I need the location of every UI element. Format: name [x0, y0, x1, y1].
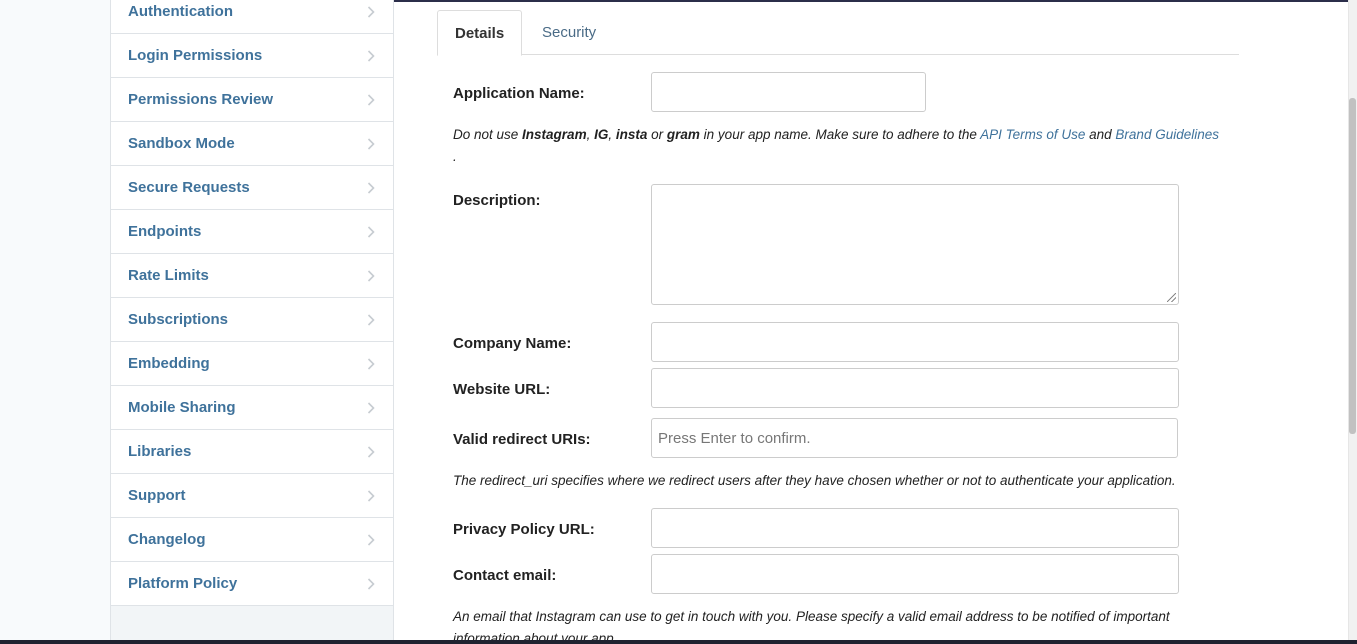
sidebar-item-label: Endpoints: [128, 223, 202, 240]
chevron-right-icon: [367, 313, 377, 326]
redirect-uris-input[interactable]: [651, 418, 1178, 458]
app-name-label: Application Name:: [453, 85, 585, 102]
help-sep: ,: [586, 127, 595, 142]
sidebar-item-login-permissions[interactable]: Login Permissions: [111, 34, 393, 78]
sidebar-item-changelog[interactable]: Changelog: [111, 518, 393, 562]
scrollbar-thumb[interactable]: [1349, 98, 1356, 434]
help-text: in your app name. Make sure to adhere to…: [699, 127, 981, 142]
help-sep: ,: [608, 127, 616, 142]
contact-email-help: An email that Instagram can use to get i…: [453, 609, 1170, 644]
chevron-right-icon: [367, 181, 377, 194]
page-left-margin: [0, 0, 110, 644]
help-word-ig: IG: [594, 127, 609, 142]
redirect-uris-label: Valid redirect URIs:: [453, 431, 591, 448]
chevron-right-icon: [367, 49, 377, 62]
description-textarea[interactable]: [651, 184, 1179, 305]
redirect-help: The redirect_uri specifies where we redi…: [453, 473, 1176, 488]
sidebar-item-label: Mobile Sharing: [128, 399, 236, 416]
help-sep: or: [647, 127, 667, 142]
sidebar-item-label: Changelog: [128, 531, 206, 548]
sidebar-item-label: Embedding: [128, 355, 210, 372]
sidebar-item-label: Permissions Review: [128, 91, 274, 108]
resize-grip-icon[interactable]: [1167, 293, 1176, 302]
window-bottom-edge: [0, 640, 1357, 644]
sidebar-item-embedding[interactable]: Embedding: [111, 342, 393, 386]
app-name-input[interactable]: [651, 72, 926, 112]
privacy-policy-label: Privacy Policy URL:: [453, 521, 595, 538]
tab-security[interactable]: Security: [525, 10, 613, 56]
api-terms-link[interactable]: API Terms of Use: [980, 127, 1085, 142]
website-url-label: Website URL:: [453, 381, 551, 398]
sidebar-item-authentication[interactable]: Authentication: [111, 0, 393, 34]
sidebar-item-mobile-sharing[interactable]: Mobile Sharing: [111, 386, 393, 430]
sidebar-item-label: Subscriptions: [128, 311, 229, 328]
sidebar-item-libraries[interactable]: Libraries: [111, 430, 393, 474]
app-details-panel: Details Security Application Name: Do no…: [437, 0, 1239, 644]
brand-guidelines-link[interactable]: Brand Guidelines: [1115, 127, 1219, 142]
tab-bar: Details Security: [437, 0, 1239, 56]
help-text: and: [1085, 127, 1116, 142]
chevron-right-icon: [367, 445, 377, 458]
sidebar-item-support[interactable]: Support: [111, 474, 393, 518]
privacy-policy-input[interactable]: [651, 508, 1179, 548]
sidebar-item-label: Login Permissions: [128, 47, 263, 64]
company-name-label: Company Name:: [453, 335, 572, 352]
help-text: .: [453, 149, 457, 164]
tab-details[interactable]: Details: [437, 10, 523, 56]
sidebar-item-label: Rate Limits: [128, 267, 209, 284]
sidebar-item-label: Secure Requests: [128, 179, 250, 196]
chevron-right-icon: [367, 357, 377, 370]
chevron-right-icon: [367, 137, 377, 150]
chevron-right-icon: [367, 489, 377, 502]
app-name-help: Do not use Instagram, IG, insta or gram …: [453, 124, 1238, 168]
sidebar-list: Authentication Login Permissions Permissio…: [111, 0, 393, 606]
contact-email-label: Contact email:: [453, 567, 557, 584]
sidebar-item-label: Authentication: [128, 3, 233, 20]
sidebar-item-label: Sandbox Mode: [128, 135, 235, 152]
help-text: Do not use: [453, 127, 523, 142]
sidebar-item-rate-limits[interactable]: Rate Limits: [111, 254, 393, 298]
sidebar-item-label: Support: [128, 487, 186, 504]
chevron-right-icon: [367, 93, 377, 106]
sidebar-item-permissions-review[interactable]: Permissions Review: [111, 78, 393, 122]
company-name-input[interactable]: [651, 322, 1179, 362]
contact-email-input[interactable]: [651, 554, 1179, 594]
website-url-input[interactable]: [651, 368, 1179, 408]
sidebar-item-subscriptions[interactable]: Subscriptions: [111, 298, 393, 342]
chevron-right-icon: [367, 5, 377, 18]
sidebar-item-label: Platform Policy: [128, 575, 238, 592]
page-scrollbar[interactable]: [1348, 0, 1357, 644]
sidebar-item-sandbox-mode[interactable]: Sandbox Mode: [111, 122, 393, 166]
help-word-gram: gram: [666, 127, 700, 142]
description-label: Description:: [453, 192, 541, 209]
docs-sidebar: Authentication Login Permissions Permissio…: [110, 0, 394, 644]
sidebar-item-platform-policy[interactable]: Platform Policy: [111, 562, 393, 606]
chevron-right-icon: [367, 533, 377, 546]
chevron-right-icon: [367, 225, 377, 238]
sidebar-item-secure-requests[interactable]: Secure Requests: [111, 166, 393, 210]
help-word-instagram: Instagram: [522, 127, 587, 142]
sidebar-item-label: Libraries: [128, 443, 192, 460]
chevron-right-icon: [367, 401, 377, 414]
chevron-right-icon: [367, 269, 377, 282]
chevron-right-icon: [367, 577, 377, 590]
help-word-insta: insta: [615, 127, 648, 142]
sidebar-item-endpoints[interactable]: Endpoints: [111, 210, 393, 254]
